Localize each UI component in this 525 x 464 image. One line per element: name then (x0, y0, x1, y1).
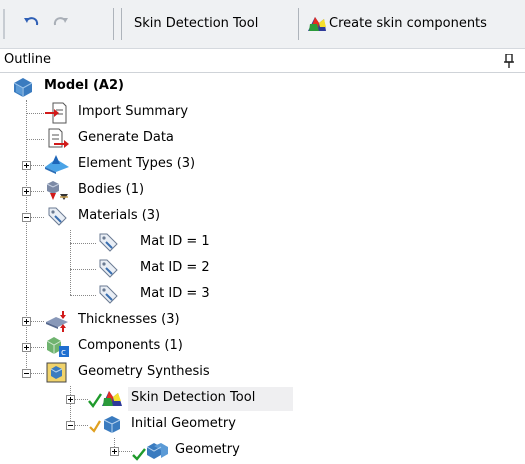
tree-line (70, 295, 96, 296)
tree-item-label: Geometry (175, 442, 240, 457)
expand-bodies[interactable] (22, 187, 31, 196)
material-icon (99, 259, 118, 278)
outline-header: Outline (0, 49, 525, 73)
element-types-icon (45, 155, 69, 174)
expand-skin-detection-tool[interactable] (66, 395, 75, 404)
tree-item-label: Initial Geometry (131, 416, 236, 431)
tree-item-label: Generate Data (78, 130, 174, 145)
tree-item-label: Thicknesses (3) (78, 312, 180, 327)
tree-line (26, 100, 27, 378)
tree-line (26, 139, 44, 140)
expand-components[interactable] (22, 343, 31, 352)
tree-line (26, 113, 44, 114)
tree-item-components[interactable]: c Components (1) (44, 334, 244, 360)
svg-text:c: c (61, 348, 66, 358)
redo-icon[interactable] (50, 12, 72, 34)
toolbar-separator (298, 8, 299, 40)
toolbar-separator (113, 8, 114, 40)
tree-item-mat-id-2[interactable]: Mat ID = 2 (96, 256, 296, 282)
skin-detection-tool-button[interactable]: Skin Detection Tool (134, 8, 258, 40)
components-icon: c (46, 337, 69, 358)
model-icon (13, 78, 33, 97)
expand-geometry[interactable] (110, 447, 119, 456)
materials-icon (48, 207, 67, 226)
tree-item-geometry[interactable]: Geometry (132, 438, 292, 464)
tree-item-thicknesses[interactable]: Thicknesses (3) (44, 308, 244, 334)
tree-item-import-summary[interactable]: Import Summary (44, 100, 244, 126)
expand-thicknesses[interactable] (22, 317, 31, 326)
geometry-icon (146, 443, 168, 459)
tree-item-mat-id-3[interactable]: Mat ID = 3 (96, 282, 296, 308)
toolbar: Skin Detection Tool Create skin componen… (0, 0, 525, 49)
tree-item-label: Materials (3) (78, 208, 161, 223)
tree-line (70, 243, 96, 244)
create-skin-components-icon (308, 17, 326, 31)
outline-tree: Model (A2) Import Summary Generate Data … (0, 74, 525, 463)
create-skin-components-label: Create skin components (329, 16, 487, 31)
tree-item-label: Geometry Synthesis (78, 364, 210, 379)
bodies-icon (46, 181, 68, 200)
material-icon (99, 285, 118, 304)
tree-item-initial-geometry[interactable]: Initial Geometry (88, 412, 298, 438)
tree-item-bodies[interactable]: Bodies (1) (44, 178, 244, 204)
skin-detection-tool-label: Skin Detection Tool (134, 16, 259, 31)
tree-item-label: Import Summary (78, 104, 189, 119)
tree-item-materials[interactable]: Materials (3) (44, 204, 244, 230)
tree-line (70, 269, 96, 270)
toolbar-separator (121, 8, 122, 40)
tree-item-label: Mat ID = 1 (140, 234, 210, 249)
geometry-synthesis-icon (46, 362, 67, 383)
selection-highlight: Skin Detection Tool (128, 387, 293, 411)
tree-item-label: Model (A2) (44, 78, 124, 93)
toolbar-grip[interactable] (3, 9, 5, 39)
material-icon (99, 233, 118, 252)
tree-item-skin-detection-tool[interactable]: Skin Detection Tool (88, 386, 293, 412)
generate-data-icon (48, 128, 69, 148)
tree-item-label: Components (1) (78, 338, 183, 353)
collapse-materials[interactable] (22, 213, 31, 222)
collapse-geometry-synthesis[interactable] (22, 369, 31, 378)
tree-item-model[interactable]: Model (A2) (8, 74, 208, 100)
initial-geometry-icon (103, 416, 121, 433)
tree-item-generate-data[interactable]: Generate Data (44, 126, 244, 152)
pin-icon[interactable] (503, 54, 515, 68)
expand-element-types[interactable] (22, 161, 31, 170)
collapse-initial-geometry[interactable] (66, 421, 75, 430)
tree-item-geometry-synthesis[interactable]: Geometry Synthesis (44, 360, 264, 386)
undo-icon[interactable] (20, 12, 42, 34)
tree-item-label: Mat ID = 3 (140, 286, 210, 301)
skin-detection-icon (102, 391, 122, 406)
thicknesses-icon (46, 311, 68, 332)
import-summary-icon (45, 102, 67, 124)
tree-item-label: Element Types (3) (78, 156, 196, 171)
tree-item-label: Bodies (1) (78, 182, 145, 197)
tree-line (70, 230, 71, 295)
tree-item-mat-id-1[interactable]: Mat ID = 1 (96, 230, 296, 256)
tree-item-element-types[interactable]: Element Types (3) (44, 152, 244, 178)
tree-item-label: Skin Detection Tool (131, 390, 256, 405)
outline-title: Outline (4, 52, 52, 67)
tree-item-label: Mat ID = 2 (140, 260, 210, 275)
